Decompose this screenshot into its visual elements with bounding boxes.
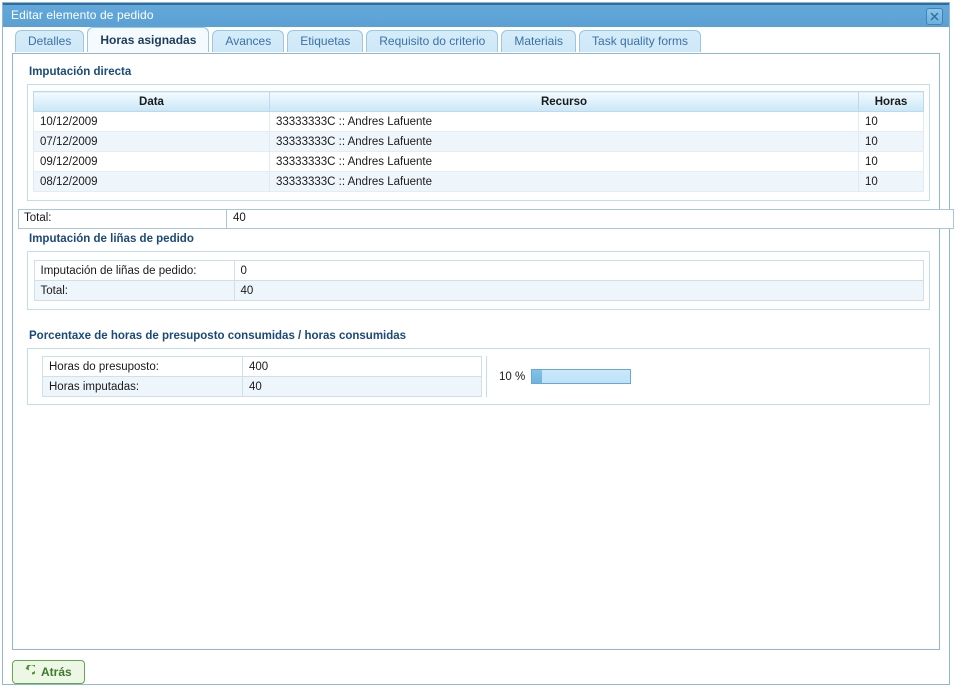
- close-button[interactable]: [926, 8, 943, 25]
- tab-content-panel: Imputación directa Data Recurso Horas 10…: [12, 53, 940, 650]
- label-horas-imputadas: Horas imputadas:: [43, 377, 243, 397]
- table-header-row: Data Recurso Horas: [34, 92, 924, 112]
- label-horas-presuposto: Horas do presuposto:: [43, 357, 243, 377]
- budget-table-wrap: Horas do presuposto: 400 Horas imputadas…: [28, 356, 487, 397]
- undo-arrow-icon: [21, 665, 35, 679]
- cell-data: 10/12/2009: [34, 112, 270, 132]
- cell-horas: 10: [859, 112, 924, 132]
- progress-percent-label: 10 %: [499, 371, 525, 383]
- cell-data: 08/12/2009: [34, 172, 270, 192]
- table-row: Horas imputadas: 40: [43, 377, 482, 397]
- dialog-window: Editar elemento de pedido Detalles Horas…: [2, 2, 950, 685]
- cell-horas: 10: [859, 132, 924, 152]
- value-imputacion-linas: 0: [234, 261, 923, 281]
- cell-data: 09/12/2009: [34, 152, 270, 172]
- table-row[interactable]: 10/12/2009 33333333C :: Andres Lafuente …: [34, 112, 924, 132]
- tab-requisito-do-criterio[interactable]: Requisito do criterio: [366, 30, 498, 52]
- table-row: Imputación de liñas de pedido: 0: [34, 261, 923, 281]
- value-horas-imputadas: 40: [243, 377, 482, 397]
- label-imputacion-linas: Imputación de liñas de pedido:: [34, 261, 234, 281]
- section-title-imputacion-directa: Imputación directa: [29, 66, 939, 78]
- progress-bar: [531, 369, 631, 384]
- tab-detalles[interactable]: Detalles: [15, 30, 84, 52]
- title-bar: Editar elemento de pedido: [3, 3, 949, 27]
- label-lines-total: Total:: [34, 281, 234, 301]
- direct-imputation-panel: Data Recurso Horas 10/12/2009 33333333C …: [27, 84, 930, 201]
- direct-total-label: Total:: [19, 210, 227, 228]
- direct-imputation-table: Data Recurso Horas 10/12/2009 33333333C …: [33, 91, 924, 192]
- cell-data: 07/12/2009: [34, 132, 270, 152]
- tab-strip: Detalles Horas asignadas Avances Etiquet…: [3, 27, 949, 52]
- budget-hours-table: Horas do presuposto: 400 Horas imputadas…: [42, 356, 482, 397]
- tab-task-quality-forms[interactable]: Task quality forms: [579, 30, 701, 52]
- direct-total-row: Total: 40: [18, 209, 954, 229]
- back-button[interactable]: Atrás: [12, 660, 85, 684]
- lines-imputation-table: Imputación de liñas de pedido: 0 Total: …: [34, 260, 924, 301]
- tab-horas-asignadas[interactable]: Horas asignadas: [87, 27, 209, 52]
- value-lines-total: 40: [234, 281, 923, 301]
- column-header-recurso[interactable]: Recurso: [270, 92, 859, 112]
- table-row[interactable]: 09/12/2009 33333333C :: Andres Lafuente …: [34, 152, 924, 172]
- budget-percentage-panel: Horas do presuposto: 400 Horas imputadas…: [27, 348, 930, 405]
- cell-recurso: 33333333C :: Andres Lafuente: [270, 132, 859, 152]
- tab-avances[interactable]: Avances: [212, 30, 284, 52]
- value-horas-presuposto: 400: [243, 357, 482, 377]
- tab-materiais[interactable]: Materiais: [501, 30, 576, 52]
- cell-recurso: 33333333C :: Andres Lafuente: [270, 112, 859, 132]
- section-title-imputacion-linas: Imputación de liñas de pedido: [29, 233, 939, 245]
- table-row: Horas do presuposto: 400: [43, 357, 482, 377]
- cell-recurso: 33333333C :: Andres Lafuente: [270, 152, 859, 172]
- footer-bar: Atrás: [12, 660, 952, 686]
- table-row: Total: 40: [34, 281, 923, 301]
- cell-horas: 10: [859, 172, 924, 192]
- window-title: Editar elemento de pedido: [11, 8, 154, 22]
- cell-horas: 10: [859, 152, 924, 172]
- close-icon: [929, 11, 940, 22]
- back-button-label: Atrás: [41, 665, 72, 679]
- direct-total-value: 40: [227, 210, 246, 228]
- progress-bar-fill: [532, 370, 542, 383]
- column-header-horas[interactable]: Horas: [859, 92, 924, 112]
- table-row[interactable]: 07/12/2009 33333333C :: Andres Lafuente …: [34, 132, 924, 152]
- lines-imputation-panel: Imputación de liñas de pedido: 0 Total: …: [27, 251, 930, 310]
- cell-recurso: 33333333C :: Andres Lafuente: [270, 172, 859, 192]
- progress-area: 10 %: [487, 356, 929, 397]
- section-title-porcentaxe: Porcentaxe de horas de presuposto consum…: [29, 330, 939, 342]
- column-header-data[interactable]: Data: [34, 92, 270, 112]
- table-row[interactable]: 08/12/2009 33333333C :: Andres Lafuente …: [34, 172, 924, 192]
- tab-etiquetas[interactable]: Etiquetas: [287, 30, 363, 52]
